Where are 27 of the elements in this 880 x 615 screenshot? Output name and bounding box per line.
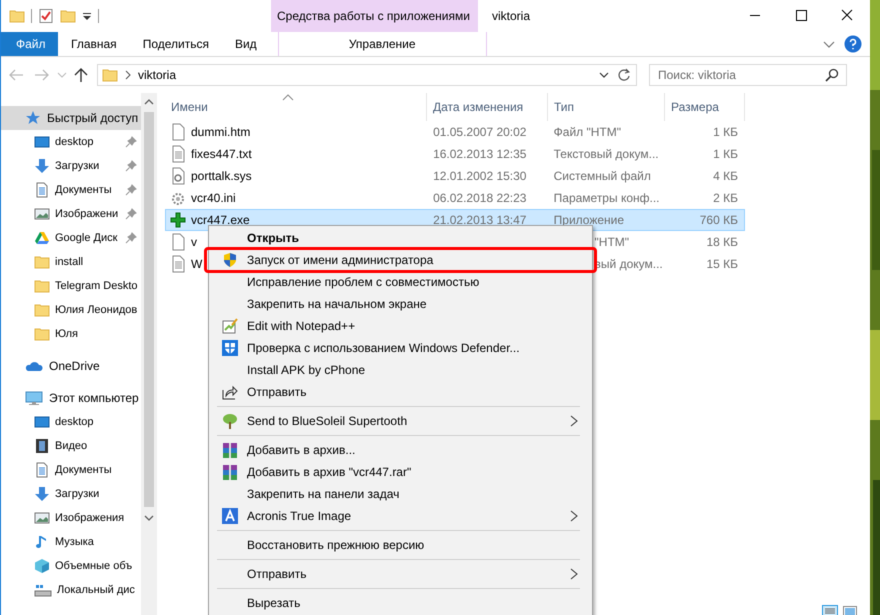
table-cell: Системный файл (554, 169, 651, 183)
table-cell: 16.02.2013 12:35 (433, 147, 526, 161)
table-cell: 01.05.2007 20:02 (433, 125, 526, 139)
table-cell: 4 КБ (713, 169, 738, 183)
table-cell: 15 КБ (706, 257, 738, 271)
table-cell: 1 КБ (713, 125, 738, 139)
table-cell: Файл "HTM" (554, 125, 621, 139)
file-name: fixes447.txt (191, 147, 252, 161)
table-cell: "HTM" (594, 235, 630, 249)
tool-group-header: Средства работы с приложениями (271, 0, 478, 32)
table-cell: 12.01.2002 15:30 (433, 169, 526, 183)
table-cell: 2 КБ (713, 191, 738, 205)
table-cell: Текстовый докум... (554, 147, 659, 161)
table-cell: Параметры конф... (554, 191, 660, 205)
file-name: porttalk.sys (191, 169, 252, 183)
table-cell: Приложение (554, 213, 624, 227)
table-cell: 18 КБ (706, 235, 738, 249)
file-name: vcr447.exe (191, 213, 250, 227)
file-name: v (191, 235, 197, 249)
table-cell: 06.02.2018 22:23 (433, 191, 526, 205)
table-cell: 1 КБ (713, 147, 738, 161)
file-name: vcr40.ini (191, 191, 236, 205)
window-title: viktoria (491, 8, 532, 25)
table-cell: 760 КБ (700, 213, 738, 227)
table-cell: 21.02.2013 13:47 (433, 213, 526, 227)
file-name: dummi.htm (191, 125, 250, 139)
file-name: W (191, 257, 202, 271)
